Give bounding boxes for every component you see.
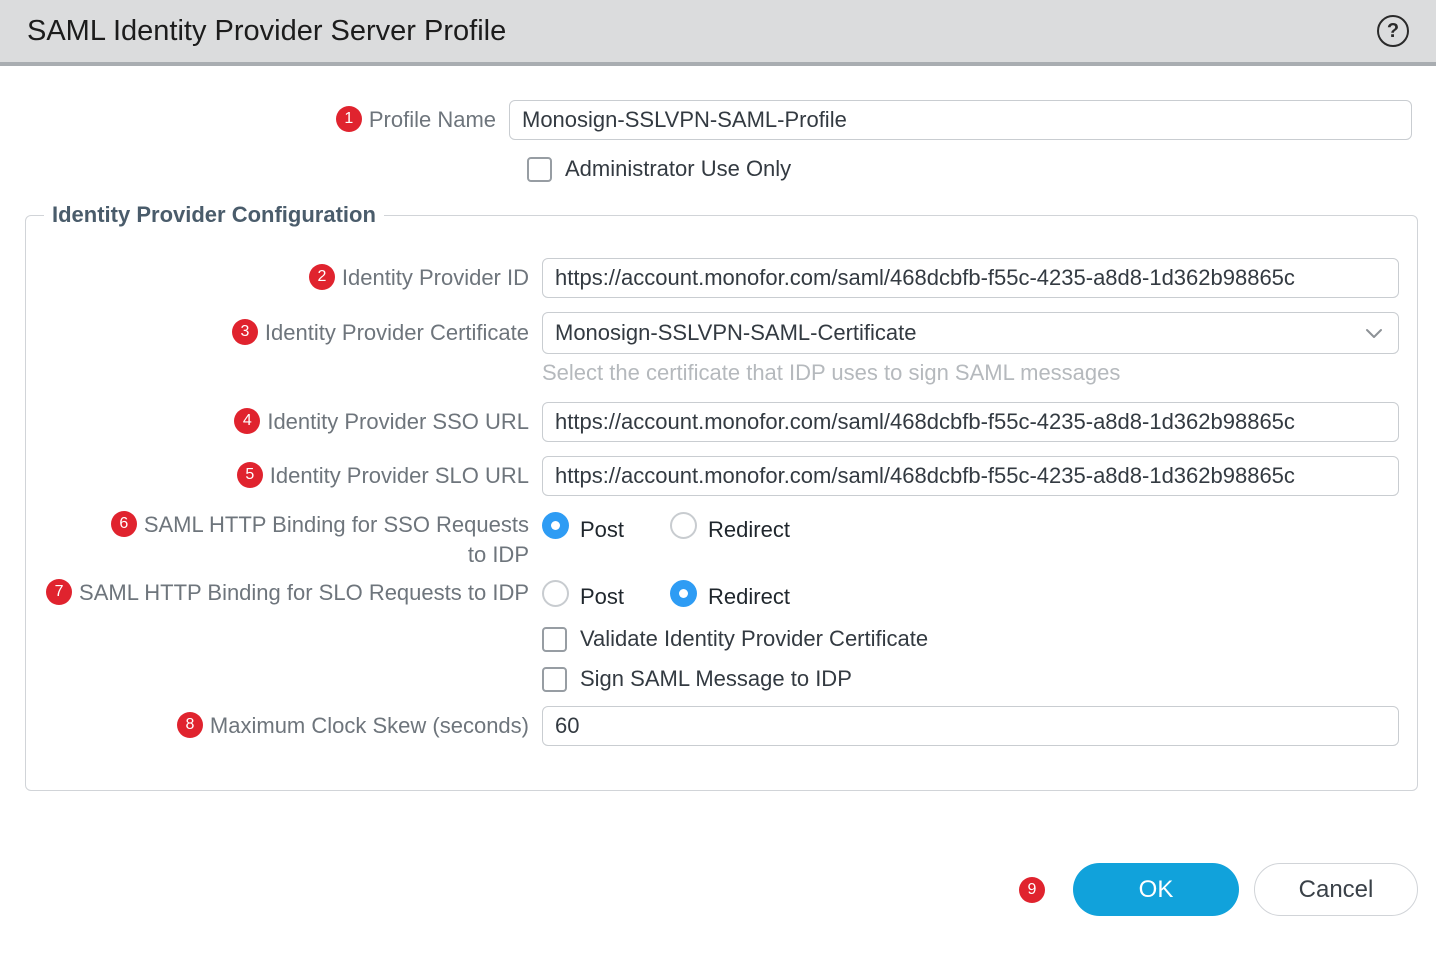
validate-cert-row: Validate Identity Provider Certificate: [542, 626, 1417, 652]
idp-sso-url-row: 4 Identity Provider SSO URL: [26, 402, 1417, 442]
idp-id-row: 2 Identity Provider ID: [26, 258, 1417, 298]
idp-id-label: Identity Provider ID: [342, 265, 529, 290]
profile-name-label-cell: 1 Profile Name: [0, 105, 509, 135]
validate-cert-checkbox[interactable]: [542, 627, 567, 652]
sign-saml-row: Sign SAML Message to IDP: [542, 666, 1417, 692]
idp-certificate-label-cell: 3 Identity Provider Certificate: [26, 318, 542, 348]
sso-binding-row: 6 SAML HTTP Binding for SSO Requests to I…: [26, 510, 1417, 570]
validate-cert-label: Validate Identity Provider Certificate: [580, 626, 928, 652]
idp-sso-url-value-cell: [542, 402, 1399, 442]
sso-binding-post-radio[interactable]: [542, 512, 569, 539]
help-icon[interactable]: ?: [1377, 15, 1409, 47]
idp-certificate-dropdown[interactable]: Monosign-SSLVPN-SAML-Certificate: [542, 312, 1399, 354]
idp-id-label-cell: 2 Identity Provider ID: [26, 263, 542, 293]
sso-binding-redirect-label: Redirect: [708, 517, 790, 543]
slo-binding-row: 7 SAML HTTP Binding for SLO Requests to I…: [26, 578, 1417, 608]
dialog-title: SAML Identity Provider Server Profile: [27, 15, 1377, 48]
step-badge-3: 3: [232, 319, 258, 345]
footer-actions: 9 OK Cancel: [0, 863, 1418, 916]
sign-saml-label: Sign SAML Message to IDP: [580, 666, 852, 692]
idp-certificate-hint: Select the certificate that IDP uses to …: [542, 360, 1417, 386]
sso-binding-radio-group: Post Redirect: [542, 512, 836, 539]
idp-certificate-selected-value: Monosign-SSLVPN-SAML-Certificate: [555, 320, 1362, 346]
idp-certificate-value-cell: Monosign-SSLVPN-SAML-Certificate: [542, 312, 1399, 354]
admin-use-only-row: Administrator Use Only: [527, 156, 1436, 182]
clock-skew-value-cell: [542, 706, 1399, 746]
idp-slo-url-label: Identity Provider SLO URL: [270, 463, 529, 488]
slo-binding-label: SAML HTTP Binding for SLO Requests to ID…: [79, 580, 529, 605]
idp-configuration-fieldset: Identity Provider Configuration 2 Identit…: [25, 202, 1418, 791]
clock-skew-label: Maximum Clock Skew (seconds): [210, 713, 529, 738]
slo-binding-post-label: Post: [580, 584, 624, 610]
slo-binding-radio-group: Post Redirect: [542, 580, 836, 607]
slo-binding-value-cell: Post Redirect: [542, 580, 1399, 607]
admin-use-only-checkbox[interactable]: [527, 157, 552, 182]
slo-binding-label-cell: 7 SAML HTTP Binding for SLO Requests to I…: [26, 578, 542, 608]
sso-binding-label: SAML HTTP Binding for SSO Requests to ID…: [144, 512, 529, 567]
profile-name-input[interactable]: [509, 100, 1412, 140]
clock-skew-input[interactable]: [542, 706, 1399, 746]
slo-binding-redirect-radio[interactable]: [670, 580, 697, 607]
step-badge-8: 8: [177, 712, 203, 738]
step-badge-2: 2: [309, 264, 335, 290]
step-badge-9: 9: [1019, 877, 1045, 903]
sign-saml-checkbox[interactable]: [542, 667, 567, 692]
profile-name-label: Profile Name: [369, 107, 496, 132]
dialog-header: SAML Identity Provider Server Profile ?: [0, 0, 1436, 66]
sso-binding-label-cell: 6 SAML HTTP Binding for SSO Requests to I…: [26, 510, 542, 570]
step-badge-6: 6: [111, 511, 137, 537]
step-badge-5: 5: [237, 462, 263, 488]
idp-configuration-legend: Identity Provider Configuration: [44, 202, 384, 228]
profile-name-value-cell: [509, 100, 1412, 140]
idp-certificate-label: Identity Provider Certificate: [265, 320, 529, 345]
idp-certificate-row: 3 Identity Provider Certificate Monosign-…: [26, 312, 1417, 354]
slo-binding-post-radio[interactable]: [542, 580, 569, 607]
idp-slo-url-label-cell: 5 Identity Provider SLO URL: [26, 461, 542, 491]
idp-id-input[interactable]: [542, 258, 1399, 298]
cancel-button[interactable]: Cancel: [1254, 863, 1418, 916]
idp-slo-url-value-cell: [542, 456, 1399, 496]
sso-binding-post-label: Post: [580, 517, 624, 543]
step-badge-1: 1: [336, 106, 362, 132]
slo-binding-redirect-label: Redirect: [708, 584, 790, 610]
idp-slo-url-row: 5 Identity Provider SLO URL: [26, 456, 1417, 496]
clock-skew-label-cell: 8 Maximum Clock Skew (seconds): [26, 711, 542, 741]
step-badge-7: 7: [46, 579, 72, 605]
idp-sso-url-input[interactable]: [542, 402, 1399, 442]
sso-binding-redirect-radio[interactable]: [670, 512, 697, 539]
admin-use-only-label: Administrator Use Only: [565, 156, 791, 182]
idp-sso-url-label: Identity Provider SSO URL: [267, 409, 529, 434]
clock-skew-row: 8 Maximum Clock Skew (seconds): [26, 706, 1417, 746]
chevron-down-icon: [1362, 321, 1386, 345]
idp-id-value-cell: [542, 258, 1399, 298]
idp-slo-url-input[interactable]: [542, 456, 1399, 496]
step-badge-4: 4: [234, 408, 260, 434]
ok-button[interactable]: OK: [1073, 863, 1239, 916]
profile-name-row: 1 Profile Name: [0, 100, 1436, 140]
sso-binding-value-cell: Post Redirect: [542, 512, 1399, 539]
idp-sso-url-label-cell: 4 Identity Provider SSO URL: [26, 407, 542, 437]
